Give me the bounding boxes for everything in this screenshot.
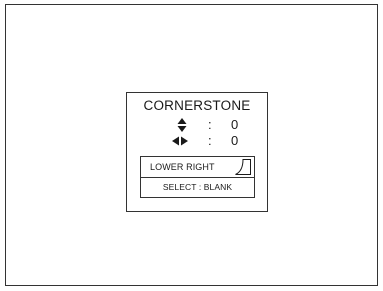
horizontal-adjust-row[interactable]: : 0 [127,133,267,149]
vertical-separator: : [208,117,212,132]
horizontal-value: 0 [231,133,239,148]
corner-lower-right-icon [235,159,251,175]
corner-position-selector[interactable]: LOWER RIGHT [140,156,255,178]
vertical-adjust-row[interactable]: : 0 [127,117,267,133]
select-blank-option[interactable]: SELECT : BLANK [140,178,255,198]
select-label: SELECT : BLANK [162,182,233,192]
menu-title: CORNERSTONE [143,98,251,113]
horizontal-separator: : [208,133,212,148]
projection-screen-frame: CORNERSTONE : 0 : 0 LOWER RIGHT SELECT:… [5,4,378,286]
cornerstone-menu: CORNERSTONE : 0 : 0 LOWER RIGHT SELECT:… [126,92,268,212]
vertical-value: 0 [231,117,239,132]
up-down-arrow-icon [176,117,188,133]
left-right-arrow-icon [171,133,189,149]
corner-position-label: LOWER RIGHT [150,162,215,172]
